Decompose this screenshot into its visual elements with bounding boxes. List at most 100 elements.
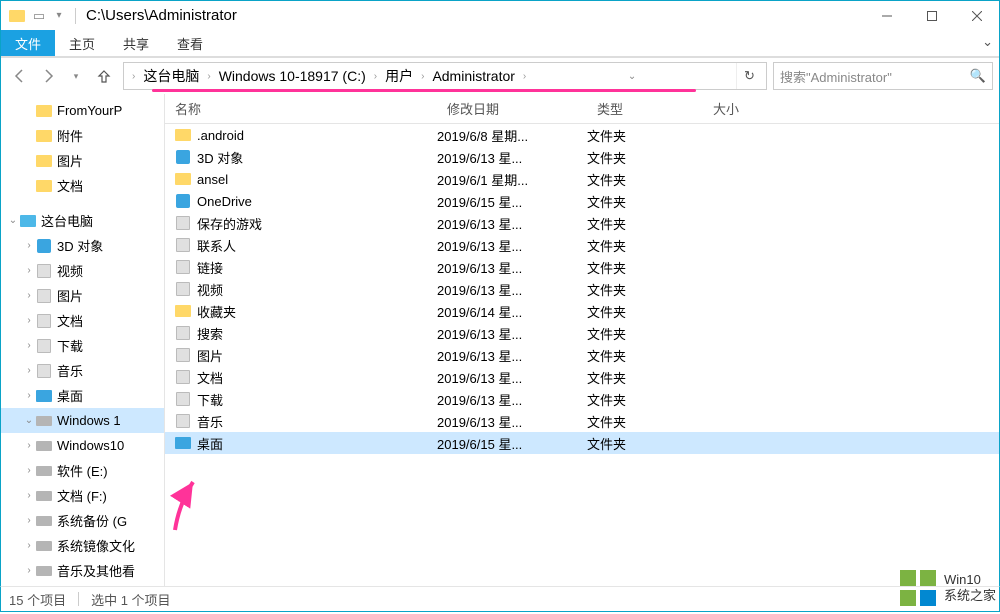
sidebar-item[interactable]: ›下载 [1,333,164,358]
file-row[interactable]: 视频 2019/6/13 星... 文件夹 [165,278,999,300]
address-bar[interactable]: › 这台电脑 › Windows 10-18917 (C:) › 用户 › Ad… [123,62,767,90]
crumb-1[interactable]: Windows 10-18917 (C:) [213,66,372,86]
file-row[interactable]: 链接 2019/6/13 星... 文件夹 [165,256,999,278]
file-row[interactable]: 3D 对象 2019/6/13 星... 文件夹 [165,146,999,168]
sidebar-item[interactable]: 文档 [1,173,164,198]
forward-button[interactable] [35,63,61,89]
recent-dropdown[interactable]: ▾ [63,63,89,89]
file-date: 2019/6/13 星... [437,280,587,299]
sidebar-item[interactable]: ›音乐 [1,358,164,383]
sidebar-item[interactable]: ›软件 (E:) [1,458,164,483]
file-row[interactable]: 搜索 2019/6/13 星... 文件夹 [165,322,999,344]
qat-icon-1[interactable]: ▭ [32,9,46,23]
refresh-button[interactable]: ↻ [736,63,762,89]
file-row[interactable]: 保存的游戏 2019/6/13 星... 文件夹 [165,212,999,234]
sidebar-item-label: Windows10 [57,438,124,453]
nav-sidebar: FromYourP附件图片文档⌄这台电脑›3D 对象›视频›图片›文档›下载›音… [1,94,165,586]
crumb-0[interactable]: 这台电脑 [137,64,205,88]
pc-icon [19,213,37,229]
sidebar-item[interactable]: 图片 [1,148,164,173]
ribbon-expand-icon[interactable]: ⌄ [982,34,993,50]
sidebar-item[interactable]: ›桌面 [1,383,164,408]
tab-file[interactable]: 文件 [1,30,55,56]
tab-view[interactable]: 查看 [163,30,217,56]
qat-dropdown-icon[interactable]: ▾ [52,9,66,23]
drive-icon [35,563,53,579]
generic-icon [173,369,193,385]
file-date: 2019/6/13 星... [437,390,587,409]
file-name: 3D 对象 [197,148,243,167]
sidebar-item[interactable]: FromYourP [1,98,164,123]
sidebar-item-label: 系统备份 (G [57,511,127,530]
sidebar-item[interactable]: ›系统镜像文化 [1,533,164,558]
back-button[interactable] [7,63,33,89]
search-input[interactable]: 搜索"Administrator" 🔍 [773,62,993,90]
window-controls [864,1,999,30]
file-type: 文件夹 [587,434,703,453]
file-date: 2019/6/13 星... [437,148,587,167]
chevron-icon[interactable]: › [130,71,137,82]
crumb-3[interactable]: Administrator [426,66,520,86]
minimize-button[interactable] [864,1,909,30]
sidebar-item[interactable]: 附件 [1,123,164,148]
file-row[interactable]: 下载 2019/6/13 星... 文件夹 [165,388,999,410]
col-size[interactable]: 大小 [703,99,803,118]
file-row[interactable]: 桌面 2019/6/15 星... 文件夹 [165,432,999,454]
file-row[interactable]: 音乐 2019/6/13 星... 文件夹 [165,410,999,432]
chevron-icon[interactable]: › [372,71,379,82]
file-row[interactable]: 收藏夹 2019/6/14 星... 文件夹 [165,300,999,322]
file-row[interactable]: 文档 2019/6/13 星... 文件夹 [165,366,999,388]
status-count: 15 个项目 [9,590,66,609]
file-name: 下载 [197,390,223,409]
file-date: 2019/6/13 星... [437,368,587,387]
file-date: 2019/6/13 星... [437,214,587,233]
sidebar-item[interactable]: ›Windows10 [1,433,164,458]
col-date[interactable]: 修改日期 [437,99,587,118]
sidebar-item[interactable]: ›3D 对象 [1,233,164,258]
window-title: C:\Users\Administrator [82,7,864,24]
sidebar-item[interactable]: ⌄这台电脑 [1,208,164,233]
blue-icon [173,193,193,209]
chevron-icon[interactable]: › [419,71,426,82]
titlebar: ▭ ▾ C:\Users\Administrator [0,0,1000,30]
folder-icon [173,127,193,143]
file-row[interactable]: 联系人 2019/6/13 星... 文件夹 [165,234,999,256]
file-date: 2019/6/13 星... [437,258,587,277]
maximize-button[interactable] [909,1,954,30]
sidebar-item[interactable]: ›图片 [1,283,164,308]
watermark-logo-icon [898,568,938,608]
up-button[interactable] [91,63,117,89]
file-row[interactable]: OneDrive 2019/6/15 星... 文件夹 [165,190,999,212]
col-name[interactable]: 名称 [165,99,437,118]
tab-home[interactable]: 主页 [55,30,109,56]
col-type[interactable]: 类型 [587,99,703,118]
sidebar-item-label: FromYourP [57,103,122,118]
sidebar-item[interactable]: ›文档 (F:) [1,483,164,508]
sidebar-item[interactable]: ⌄Windows 1 [1,408,164,433]
folder-icon [35,128,53,144]
file-row[interactable]: ansel 2019/6/1 星期... 文件夹 [165,168,999,190]
crumb-2[interactable]: 用户 [379,64,419,88]
generic-icon [173,347,193,363]
chevron-icon[interactable]: › [205,71,212,82]
sidebar-item[interactable]: ›文档 [1,308,164,333]
sidebar-item[interactable]: ›网络 [1,583,164,586]
sidebar-item[interactable]: ›音乐及其他看 [1,558,164,583]
drive-icon [35,488,53,504]
chevron-icon[interactable]: › [521,71,528,82]
generic-icon [173,281,193,297]
status-separator [78,592,79,606]
sidebar-item[interactable]: ›视频 [1,258,164,283]
file-type: 文件夹 [587,258,703,277]
close-button[interactable] [954,1,999,30]
addr-dropdown[interactable]: ⌄ [619,63,645,89]
drive-icon [35,413,53,429]
file-name: 链接 [197,258,223,277]
file-row[interactable]: .android 2019/6/8 星期... 文件夹 [165,124,999,146]
file-type: 文件夹 [587,192,703,211]
generic-icon [35,338,53,354]
tab-share[interactable]: 共享 [109,30,163,56]
file-row[interactable]: 图片 2019/6/13 星... 文件夹 [165,344,999,366]
generic-icon [35,363,53,379]
sidebar-item[interactable]: ›系统备份 (G [1,508,164,533]
